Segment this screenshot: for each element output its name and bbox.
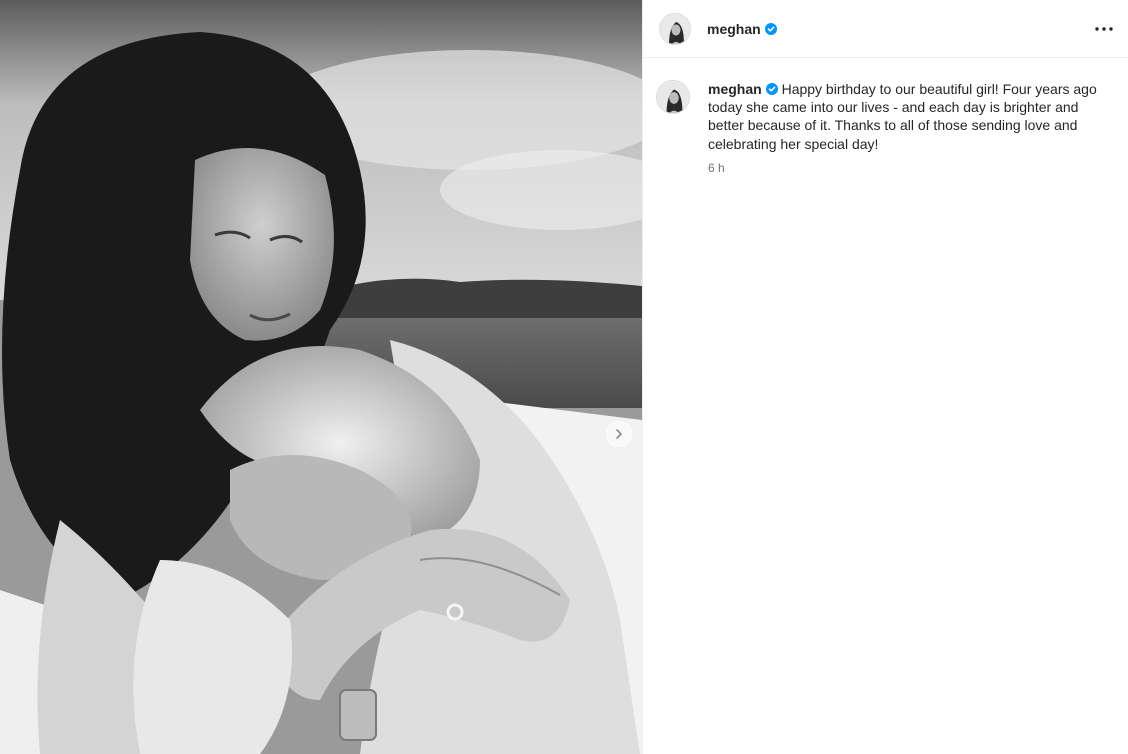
chevron-right-icon xyxy=(616,429,622,439)
profile-photo-icon xyxy=(657,81,689,113)
verified-badge-icon xyxy=(765,83,778,95)
profile-photo-icon xyxy=(660,13,690,44)
caption-author-avatar[interactable] xyxy=(656,80,690,114)
author-avatar[interactable] xyxy=(659,12,691,45)
post-header: meghan xyxy=(643,0,1128,58)
post-photo[interactable] xyxy=(0,0,642,754)
photo-illustration xyxy=(0,0,642,754)
verified-badge-icon xyxy=(764,22,777,35)
more-options-icon xyxy=(1095,26,1113,31)
more-options-button[interactable] xyxy=(1092,17,1116,41)
caption-body: meghan Happy birthday to our beautiful g… xyxy=(708,80,1112,175)
next-slide-button[interactable] xyxy=(606,421,632,447)
instagram-post: meghan meghan Happy birthday to our beau… xyxy=(0,0,1128,754)
post-timestamp[interactable]: 6 h xyxy=(708,161,1112,175)
author-username[interactable]: meghan xyxy=(707,21,761,37)
caption-text-block: meghan Happy birthday to our beautiful g… xyxy=(708,80,1112,153)
caption-author-username[interactable]: meghan xyxy=(708,81,762,97)
post-side-panel: meghan meghan Happy birthday to our beau… xyxy=(642,0,1128,754)
caption-comment: meghan Happy birthday to our beautiful g… xyxy=(643,58,1128,175)
